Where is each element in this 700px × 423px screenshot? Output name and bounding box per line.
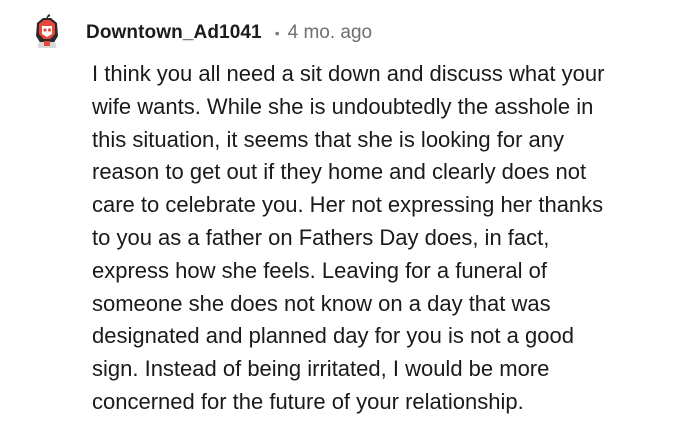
comment-header: Downtown_Ad1041 • 4 mo. ago xyxy=(86,19,372,47)
comment-body-line: wife wants. While she is undoubtedly the… xyxy=(92,93,594,119)
comment-timestamp[interactable]: 4 mo. ago xyxy=(288,22,373,44)
comment-body-line: care to celebrate you. Her not expressin… xyxy=(92,192,604,218)
avatar[interactable] xyxy=(29,14,65,50)
comment-body-line: to you as a father on Fathers Day does, … xyxy=(92,224,550,250)
comment-body-line: I think you all need a sit down and disc… xyxy=(92,61,605,86)
comment: Downtown_Ad1041 • 4 mo. ago I think you … xyxy=(0,0,700,423)
comment-body-line: designated and planned day for you is no… xyxy=(92,323,574,349)
comment-body-line: reason to get out if they home and clear… xyxy=(92,159,587,185)
comment-body-line: someone she does not know on a day that … xyxy=(92,290,551,316)
snoo-avatar-icon xyxy=(36,14,58,48)
meta-separator: • xyxy=(274,25,280,41)
comment-body-line: this situation, it seems that she is loo… xyxy=(92,126,565,152)
comment-body-line: express how she feels. Leaving for a fun… xyxy=(92,257,547,283)
comment-body-line: sign. Instead of being irritated, I woul… xyxy=(92,356,550,382)
comment-body: I think you all need a sit down and disc… xyxy=(92,58,692,419)
comment-body-line: concerned for the future of your relatio… xyxy=(92,388,524,414)
author-username[interactable]: Downtown_Ad1041 xyxy=(86,22,262,44)
